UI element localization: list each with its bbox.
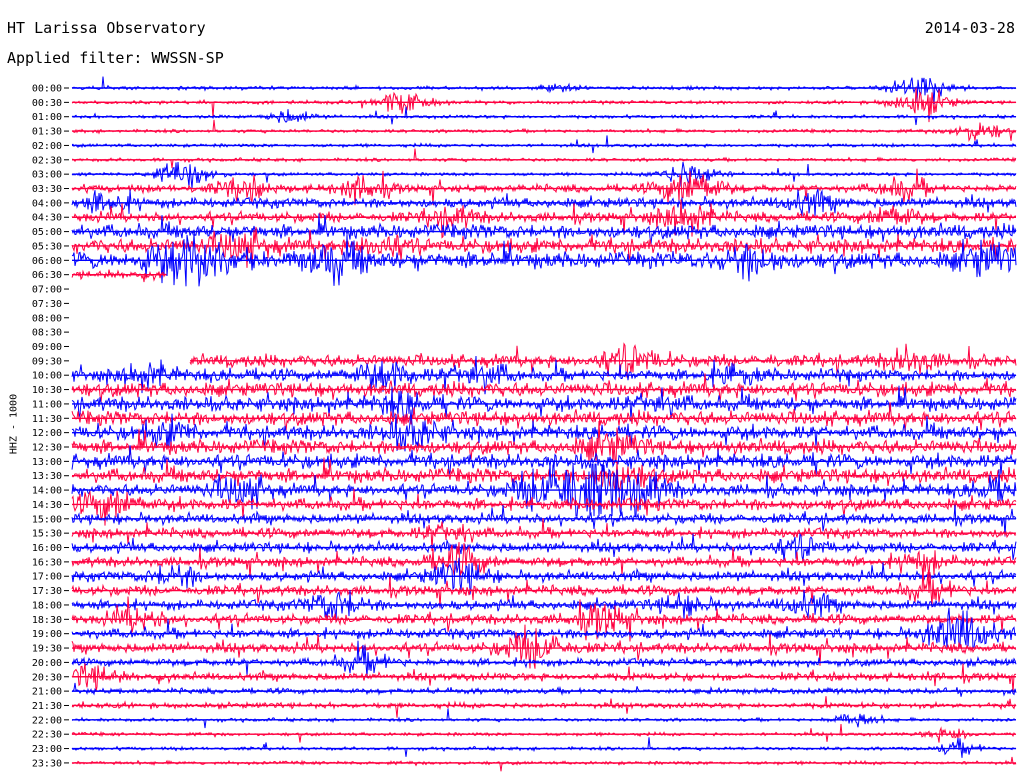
seismic-trace-row	[71, 756, 1017, 772]
row-time-label: 08:30	[32, 328, 62, 339]
row-time-label: 16:30	[32, 557, 62, 568]
row-time-label: 05:00	[32, 227, 62, 238]
seismic-trace-row	[71, 682, 1017, 697]
row-time-label: 21:30	[32, 701, 62, 712]
row-time-label: 19:00	[32, 629, 62, 640]
row-time-label: 15:30	[32, 529, 62, 540]
row-time-label: 00:00	[32, 84, 62, 95]
row-time-label: 19:30	[32, 644, 62, 655]
row-time-label: 08:00	[32, 313, 62, 324]
row-time-label: 03:00	[32, 170, 62, 181]
seismic-trace-row	[71, 269, 167, 283]
row-time-label: 18:00	[32, 600, 62, 611]
row-time-label: 21:00	[32, 687, 62, 698]
seismic-trace-row	[71, 161, 1017, 189]
row-time-label: 09:00	[32, 342, 62, 353]
row-time-label: 07:00	[32, 285, 62, 296]
row-time-label: 13:00	[32, 457, 62, 468]
seismic-trace-row	[71, 737, 1017, 758]
row-time-label: 16:00	[32, 543, 62, 554]
seismic-trace-row	[71, 226, 1017, 269]
row-time-label: 12:30	[32, 443, 62, 454]
row-time-label: 02:00	[32, 141, 62, 152]
row-time-label: 10:30	[32, 385, 62, 396]
row-time-label: 11:00	[32, 399, 62, 410]
row-time-label: 01:30	[32, 127, 62, 138]
seismic-trace-row	[71, 724, 1017, 743]
row-time-label: 18:30	[32, 615, 62, 626]
seismic-trace-row	[71, 708, 1017, 729]
row-time-label: 23:30	[32, 758, 62, 769]
row-time-label: 02:30	[32, 155, 62, 166]
row-time-label: 20:30	[32, 672, 62, 683]
row-time-label: 11:30	[32, 414, 62, 425]
row-time-label: 05:30	[32, 241, 62, 252]
row-time-label: 20:00	[32, 658, 62, 669]
row-time-label: 14:30	[32, 500, 62, 511]
seismic-trace-row	[71, 135, 1017, 154]
row-time-label: 09:30	[32, 356, 62, 367]
row-time-label: 03:30	[32, 184, 62, 195]
row-time-label: 14:00	[32, 486, 62, 497]
row-time-label: 01:00	[32, 112, 62, 123]
row-time-label: 23:00	[32, 744, 62, 755]
row-time-label: 00:30	[32, 98, 62, 109]
seismogram-plot: 00:00 00:30 01:00 01:30 02:00 02:30 03:00 03:30…	[32, 76, 1017, 772]
seismic-trace-row	[71, 640, 1017, 678]
row-time-label: 17:30	[32, 586, 62, 597]
row-time-label: 13:30	[32, 471, 62, 482]
seismic-trace-row	[71, 607, 1017, 650]
row-time-label: 15:00	[32, 514, 62, 525]
row-time-label: 22:30	[32, 730, 62, 741]
row-time-label: 04:30	[32, 213, 62, 224]
row-time-label: 07:30	[32, 299, 62, 310]
seismic-trace-row	[71, 663, 1017, 694]
row-time-label: 06:30	[32, 270, 62, 281]
seismic-trace-row	[71, 119, 1017, 143]
seismic-trace-row	[71, 696, 1017, 718]
row-time-label: 04:00	[32, 198, 62, 209]
row-time-label: 10:00	[32, 371, 62, 382]
row-time-label: 06:00	[32, 256, 62, 267]
row-time-label: 12:00	[32, 428, 62, 439]
row-time-label: 22:00	[32, 715, 62, 726]
seismic-trace-row	[72, 148, 1017, 169]
row-time-label: 17:00	[32, 572, 62, 583]
seismic-trace-row	[71, 76, 1017, 104]
